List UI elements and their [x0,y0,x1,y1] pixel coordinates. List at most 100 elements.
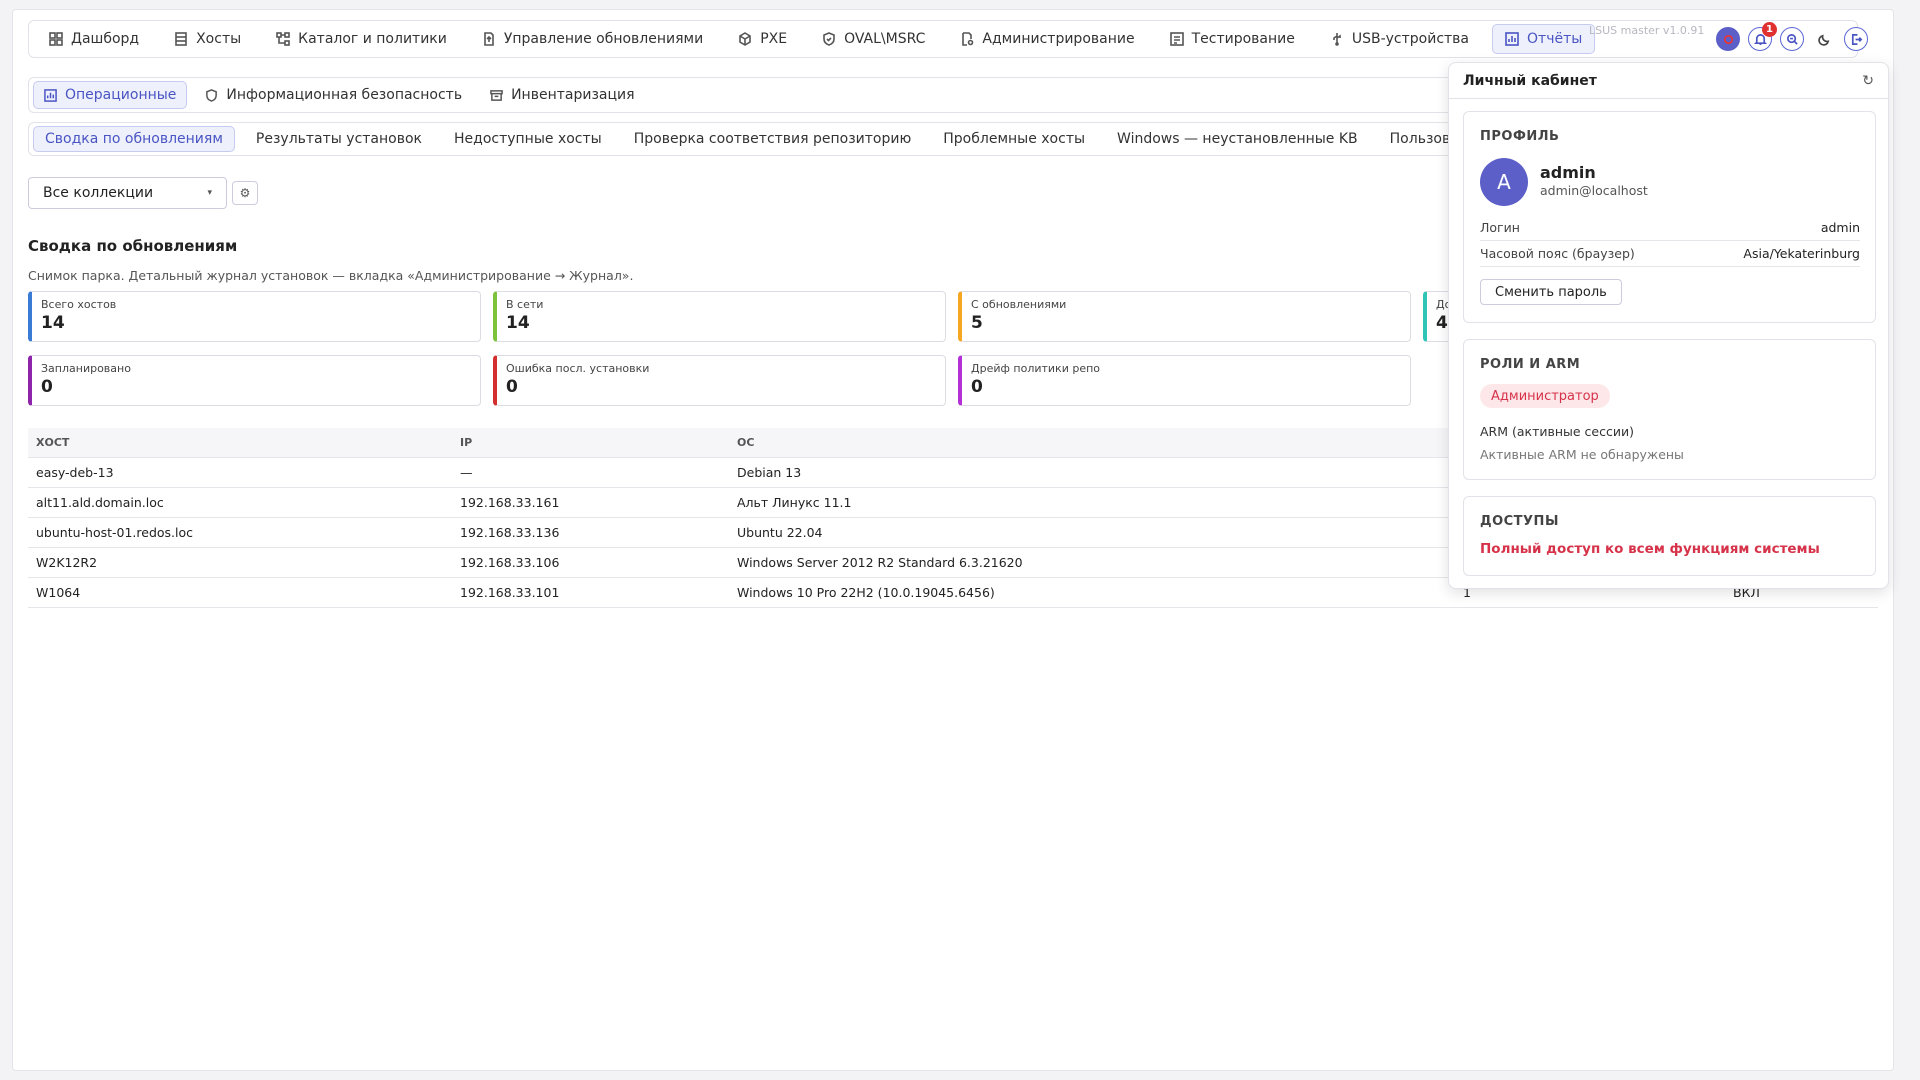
archive-icon [490,89,503,101]
notifications-badge: 1 [1762,22,1777,37]
stat-value: 0 [506,377,518,397]
nav-usb[interactable]: USB-устройства [1318,24,1481,54]
stat-card-with-updates: С обновлениями 5 [958,291,1411,342]
login-label: Логин [1480,220,1520,235]
profile-panel: Личный кабинет ↻ ПРОФИЛЬ A admin admin@l… [1448,62,1889,589]
nav-label: OVAL\MSRC [844,31,926,47]
nav-label: Каталог и политики [298,31,447,47]
host-cell: alt11.ald.domain.loc [36,495,164,510]
stat-label: В сети [506,298,544,311]
nav-updates[interactable]: Управление обновлениями [470,24,715,54]
nav-admin[interactable]: Администрирование [948,24,1146,54]
os-cell: Ubuntu 22.04 [737,525,823,540]
host-cell: W2K12R2 [36,555,98,570]
gear-doc-icon [962,32,974,46]
stat-card-repo-drift: Дрейф политики репо 0 [958,355,1411,406]
nav-label: Администрирование [982,31,1135,47]
logout-button[interactable] [1844,27,1868,51]
nav-testing[interactable]: Тестирование [1158,24,1307,54]
theme-toggle-button[interactable] [1812,27,1836,51]
stat-value: 0 [41,377,53,397]
nav-label: Дашборд [71,31,140,47]
column-header-host[interactable]: ХОСТ [36,436,69,449]
zoom-search-icon [1786,33,1798,45]
login-value: admin [1820,220,1860,235]
category-inventory[interactable]: Инвентаризация [480,81,644,109]
shield-check-icon [823,32,835,46]
nav-dashboard[interactable]: Дашборд [37,24,151,54]
stat-label: Всего хостов [41,298,117,311]
tab-windows-missing-kb[interactable]: Windows — неустановленные KB [1106,126,1369,152]
settings-button[interactable]: ⚙ [232,181,258,205]
user-email: admin@localhost [1540,183,1648,198]
app-version: LSUS master v1.0.91 [1589,24,1705,37]
os-cell: Альт Линукс 11.1 [737,495,852,510]
notifications-button[interactable]: 1 [1748,22,1777,51]
stat-label: Дрейф политики репо [971,362,1101,375]
refresh-icon[interactable]: ↻ [1862,73,1874,89]
user-menu-button[interactable] [1716,27,1740,51]
checklist-icon [1169,32,1184,46]
roles-section: РОЛИ И ARM Администратор ARM (активные с… [1463,339,1876,480]
shield-icon [206,88,218,102]
arm-sessions-empty: Активные ARM не обнаружены [1480,447,1684,462]
usb-icon [1333,33,1341,46]
column-header-ip[interactable]: IP [460,436,472,449]
ip-cell: 192.168.33.161 [460,495,560,510]
nav-label: PXE [760,31,788,47]
stat-label: Ошибка посл. установки [506,362,650,375]
ip-cell: 192.168.33.136 [460,525,560,540]
access-section: ДОСТУПЫ Полный доступ ко всем функциям с… [1463,496,1876,576]
logout-icon [1851,33,1862,45]
category-label: Инвентаризация [511,87,635,103]
host-cell: easy-deb-13 [36,465,114,480]
file-up-icon [484,32,494,46]
os-cell: Debian 13 [737,465,802,480]
nav-hosts[interactable]: Хосты [162,24,253,54]
nav-oval[interactable]: OVAL\MSRC [810,24,937,54]
ip-cell: 192.168.33.101 [460,585,560,600]
tab-updates-summary[interactable]: Сводка по обновлениям [33,126,235,152]
stat-card-last-install-error: Ошибка посл. установки 0 [493,355,946,406]
page-subtitle: Снимок парка. Детальный журнал установок… [28,268,634,283]
nav-pxe[interactable]: PXE [726,24,799,54]
tab-install-results[interactable]: Результаты установок [245,126,433,152]
arm-sessions-title: ARM (активные сессии) [1480,424,1634,439]
nav-catalog[interactable]: Каталог и политики [264,24,459,54]
nav-reports[interactable]: Отчёты [1492,24,1596,54]
section-title: ПРОФИЛЬ [1480,129,1560,144]
os-cell: Windows Server 2012 R2 Standard 6.3.2162… [737,555,1023,570]
host-cell: W1064 [36,585,81,600]
tab-repo-compliance[interactable]: Проверка соответствия репозиторию [623,126,923,152]
search-button[interactable] [1780,27,1804,51]
stat-value: 14 [41,313,65,333]
nav-label: Тестирование [1191,31,1295,47]
access-text: Полный доступ ко всем функциям системы [1480,541,1820,557]
timezone-label: Часовой пояс (браузер) [1480,246,1635,261]
timezone-row: Часовой пояс (браузер) Asia/Yekaterinbur… [1480,241,1860,267]
sitemap-icon [276,32,290,46]
nav-label: Хосты [196,31,242,47]
report-icon [44,88,57,102]
profile-section: ПРОФИЛЬ A admin admin@localhost Логин ad… [1463,111,1876,323]
stat-value: 5 [971,313,983,333]
profile-panel-header: Личный кабинет ↻ [1449,63,1888,99]
user-circle-icon [1723,34,1733,44]
column-header-os[interactable]: ОС [737,436,754,449]
login-row: Логин admin [1480,215,1860,241]
section-title: РОЛИ И ARM [1480,357,1581,372]
tab-problem-hosts[interactable]: Проблемные хосты [932,126,1096,152]
stat-card-total-hosts: Всего хостов 14 [28,291,481,342]
category-operational[interactable]: Операционные [33,81,188,109]
role-badge: Администратор [1480,384,1610,408]
collection-select[interactable]: Все коллекции ▾ [28,177,227,209]
category-label: Операционные [65,87,177,103]
username: admin [1540,163,1596,182]
host-cell: ubuntu-host-01.redos.loc [36,525,194,540]
stat-card-online: В сети 14 [493,291,946,342]
section-title: ДОСТУПЫ [1480,514,1559,529]
change-password-button[interactable]: Сменить пароль [1480,279,1622,305]
tab-unreachable-hosts[interactable]: Недоступные хосты [443,126,613,152]
avatar: A [1480,158,1528,206]
category-security[interactable]: Информационная безопасность [195,81,472,109]
